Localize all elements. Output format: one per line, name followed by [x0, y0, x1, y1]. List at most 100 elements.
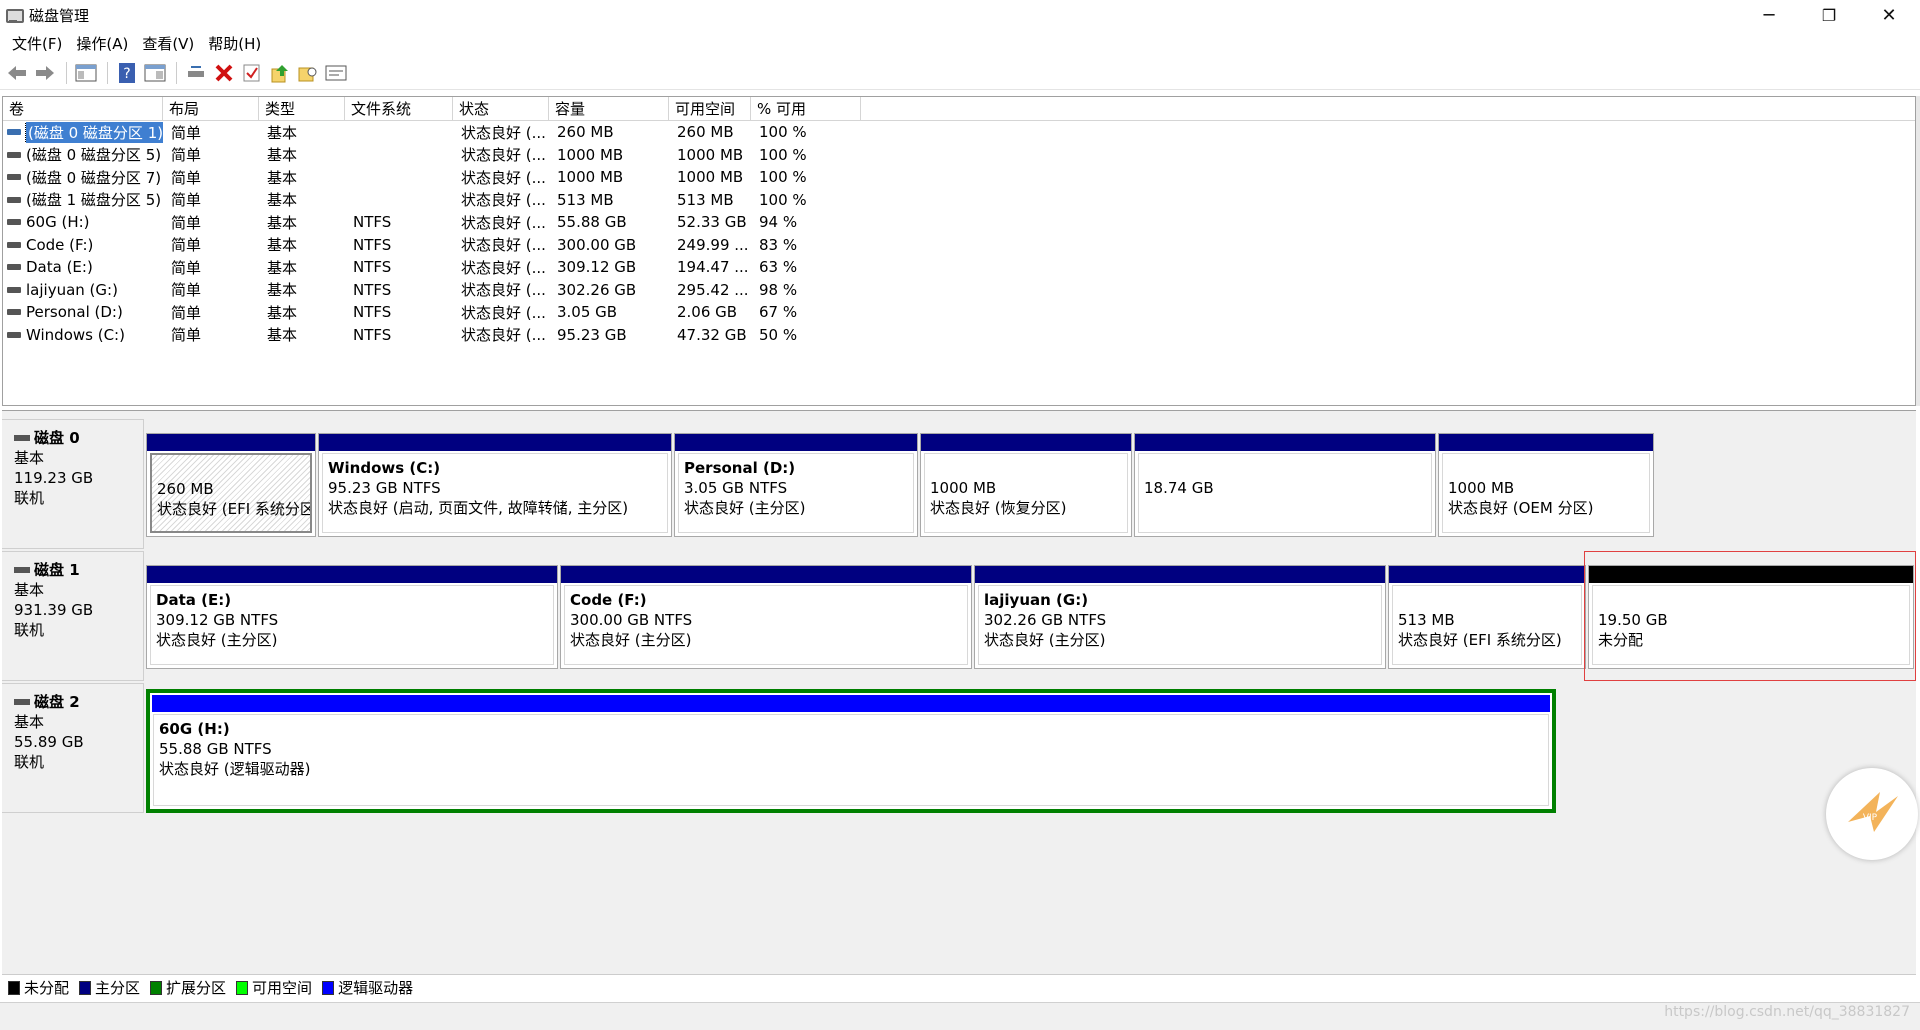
- partition-code-f[interactable]: Code (F:) 300.00 GB NTFS 状态良好 (主分区): [560, 565, 972, 669]
- volume-row[interactable]: Windows (C:) 简单 基本 NTFS 状态良好 (... 95.23 GB 47.…: [3, 324, 1915, 347]
- toolbar: ?: [0, 56, 1920, 90]
- cell-type: 基本: [267, 213, 298, 232]
- partition-personal-d[interactable]: Personal (D:) 3.05 GB NTFS 状态良好 (主分区): [674, 433, 918, 537]
- settings-panel-icon[interactable]: [323, 60, 349, 86]
- partition-title: [157, 459, 310, 479]
- disk-kind: 基本: [14, 581, 45, 599]
- partition-efi-disk0[interactable]: 260 MB 状态良好 (EFI 系统分区): [146, 433, 316, 537]
- cell-free-space: 52.33 GB: [677, 213, 747, 232]
- partition-title: Personal (D:): [684, 459, 796, 477]
- cell-capacity: 302.26 GB: [557, 280, 637, 299]
- volume-list-scrollbar[interactable]: [1916, 96, 1920, 406]
- volume-row[interactable]: 60G (H:) 简单 基本 NTFS 状态良好 (... 55.88 GB 52.33 G…: [3, 211, 1915, 234]
- close-button[interactable]: ✕: [1860, 0, 1918, 30]
- cell-capacity: 1000 MB: [557, 145, 624, 164]
- column-capacity[interactable]: 容量: [549, 97, 669, 121]
- column-status[interactable]: 状态: [453, 97, 549, 121]
- volume-row[interactable]: (磁盘 0 磁盘分区 7) 简单 基本 状态良好 (... 1000 MB 1000 MB…: [3, 166, 1915, 189]
- connect-disk-icon[interactable]: [183, 60, 209, 86]
- partition-size: 302.26 GB NTFS: [984, 611, 1107, 629]
- properties-icon[interactable]: [142, 60, 168, 86]
- volume-icon: [7, 286, 21, 293]
- partition-data-e[interactable]: Data (E:) 309.12 GB NTFS 状态良好 (主分区): [146, 565, 558, 669]
- vip-badge-overlay[interactable]: VIP: [1826, 768, 1918, 860]
- column-free-space[interactable]: 可用空间: [669, 97, 751, 121]
- forward-arrow-icon[interactable]: [32, 60, 58, 86]
- volume-icon: [7, 241, 21, 248]
- help-icon[interactable]: ?: [114, 60, 140, 86]
- vip-text: VIP: [1863, 813, 1878, 823]
- toolbar-separator: [66, 61, 67, 84]
- disk-management-app-icon: [5, 7, 24, 23]
- status-bar: [0, 1002, 1920, 1030]
- partition-60g-h[interactable]: 60G (H:) 55.88 GB NTFS 状态良好 (逻辑驱动器): [146, 689, 1556, 813]
- column-type[interactable]: 类型: [259, 97, 345, 121]
- volume-row[interactable]: lajiyuan (G:) 简单 基本 NTFS 状态良好 (... 302.26 GB 2…: [3, 279, 1915, 302]
- partition-title: [1448, 458, 1649, 478]
- disk-icon: [14, 435, 30, 441]
- volume-row[interactable]: (磁盘 0 磁盘分区 5) 简单 基本 状态良好 (... 1000 MB 1000 MB…: [3, 144, 1915, 167]
- cell-filesystem: NTFS: [353, 213, 392, 232]
- partition-18gb[interactable]: 18.74 GB: [1134, 433, 1436, 537]
- volume-row[interactable]: (磁盘 0 磁盘分区 1) 简单 基本 状态良好 (... 260 MB 260 MB 10…: [3, 121, 1915, 144]
- minimize-button[interactable]: ─: [1740, 0, 1798, 30]
- volume-row[interactable]: Personal (D:) 简单 基本 NTFS 状态良好 (... 3.05 GB 2.0…: [3, 301, 1915, 324]
- unallocated-highlight-box: [1584, 551, 1916, 681]
- check-icon[interactable]: [239, 60, 265, 86]
- partition-windows-c[interactable]: Windows (C:) 95.23 GB NTFS 状态良好 (启动, 页面文…: [318, 433, 672, 537]
- column-layout[interactable]: 布局: [163, 97, 259, 121]
- cell-layout: 简单: [171, 146, 202, 165]
- cell-status: 状态良好 (...: [461, 326, 546, 345]
- column-filesystem[interactable]: 文件系统: [345, 97, 453, 121]
- cell-layout: 简单: [171, 123, 202, 142]
- volume-row[interactable]: Data (E:) 简单 基本 NTFS 状态良好 (... 309.12 GB 194.4…: [3, 256, 1915, 279]
- cell-capacity: 513 MB: [557, 190, 614, 209]
- disk-1-row: 磁盘 1 基本 931.39 GB 联机 Data (E:) 309.12 GB…: [2, 551, 1916, 681]
- cell-percent-free: 98 %: [759, 280, 798, 299]
- menu-file[interactable]: 文件(F): [6, 33, 70, 54]
- cell-percent-free: 83 %: [759, 235, 798, 254]
- cell-volume: (磁盘 0 磁盘分区 1): [3, 121, 163, 143]
- partition-status: 状态良好 (逻辑驱动器): [159, 760, 311, 778]
- partition-size: 309.12 GB NTFS: [156, 611, 279, 629]
- export-icon[interactable]: [267, 60, 293, 86]
- cell-status: 状态良好 (...: [461, 281, 546, 300]
- restore-button[interactable]: ❐: [1800, 0, 1858, 30]
- legend-swatch: [236, 980, 249, 995]
- volume-name: lajiyuan (G:): [26, 280, 118, 299]
- partition-lajiyuan-g[interactable]: lajiyuan (G:) 302.26 GB NTFS 状态良好 (主分区): [974, 565, 1386, 669]
- disk-state: 联机: [14, 621, 45, 639]
- cell-filesystem: NTFS: [353, 303, 392, 322]
- volume-row[interactable]: Code (F:) 简单 基本 NTFS 状态良好 (... 300.00 GB 249.9…: [3, 234, 1915, 257]
- disk-state: 联机: [14, 753, 45, 771]
- disk-0-label[interactable]: 磁盘 0 基本 119.23 GB 联机: [2, 419, 144, 549]
- partition-title: [930, 458, 1127, 478]
- volume-row[interactable]: (磁盘 1 磁盘分区 5) 简单 基本 状态良好 (... 513 MB 513 MB 10…: [3, 189, 1915, 212]
- disk-2-label[interactable]: 磁盘 2 基本 55.89 GB 联机: [2, 683, 144, 813]
- cell-capacity: 1000 MB: [557, 168, 624, 187]
- back-arrow-icon[interactable]: [4, 60, 30, 86]
- partition-recovery[interactable]: 1000 MB 状态良好 (恢复分区): [920, 433, 1132, 537]
- partition-size: 18.74 GB: [1144, 479, 1214, 497]
- column-percent-free[interactable]: % 可用: [751, 97, 861, 121]
- cell-free-space: 2.06 GB: [677, 303, 738, 322]
- volume-name: (磁盘 0 磁盘分区 5): [26, 146, 162, 165]
- menu-action[interactable]: 操作(A): [70, 33, 136, 54]
- partition-size: 55.88 GB NTFS: [159, 740, 272, 758]
- cell-percent-free: 100 %: [759, 123, 807, 142]
- menu-help[interactable]: 帮助(H): [202, 33, 269, 54]
- partition-efi-disk1[interactable]: 513 MB 状态良好 (EFI 系统分区): [1388, 565, 1586, 669]
- delete-icon[interactable]: [211, 60, 237, 86]
- disk-name: 磁盘 1: [34, 561, 80, 579]
- menu-view[interactable]: 查看(V): [136, 33, 202, 54]
- console-tree-icon[interactable]: [73, 60, 99, 86]
- disk-1-label[interactable]: 磁盘 1 基本 931.39 GB 联机: [2, 551, 144, 681]
- cell-volume: 60G (H:): [3, 213, 163, 231]
- open-folder-icon[interactable]: [295, 60, 321, 86]
- cell-status: 状态良好 (...: [461, 258, 546, 277]
- volume-name: Data (E:): [26, 258, 93, 277]
- partition-type-bar: [975, 566, 1385, 583]
- column-volume[interactable]: 卷: [3, 97, 163, 121]
- disk-2-name-line: 磁盘 2: [14, 692, 143, 712]
- partition-oem[interactable]: 1000 MB 状态良好 (OEM 分区): [1438, 433, 1654, 537]
